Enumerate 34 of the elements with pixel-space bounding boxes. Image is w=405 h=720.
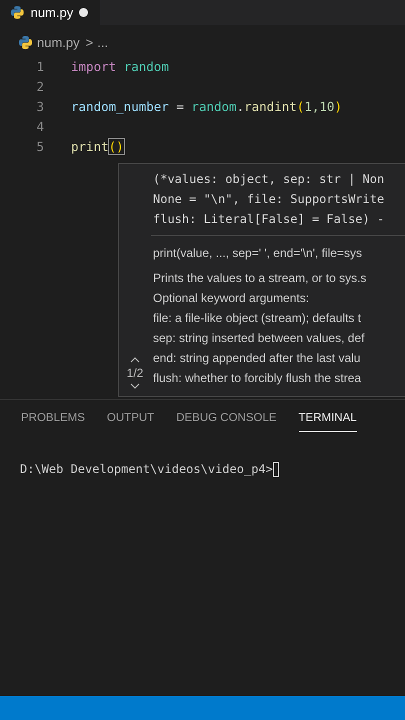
code-line: import random <box>71 58 169 74</box>
breadcrumb-separator: > <box>86 34 94 50</box>
breadcrumb-file[interactable]: num.py <box>37 34 80 50</box>
code-line: print() <box>71 138 124 154</box>
doc-line: flush: whether to forcibly flush the strea <box>153 370 362 387</box>
line-number: 3 <box>35 98 44 114</box>
python-icon <box>10 5 25 20</box>
signature-line: None = "\n", file: SupportsWrite <box>153 191 386 208</box>
code-line: random_number = random.randint(1,10) <box>71 98 342 114</box>
panel-tab[interactable]: DEBUG CONSOLE <box>176 412 277 432</box>
terminal-prompt: D:\Web Development\videos\video_p4> <box>20 462 273 476</box>
doc-line: sep: string inserted between values, def <box>153 330 366 347</box>
doc-line: end: string appended after the last valu <box>153 350 362 367</box>
breadcrumb-more[interactable]: ... <box>97 34 108 50</box>
panel-tab[interactable]: TERMINAL <box>298 412 357 432</box>
signature-line: flush: Literal[False] = False) - <box>153 211 386 228</box>
page-counter: 1/2 <box>126 366 144 380</box>
doc-line: Prints the values to a stream, or to sys.s <box>153 270 368 287</box>
chevron-up-icon[interactable] <box>130 357 140 363</box>
doc-line: file: a file-like object (stream); defaults t <box>153 310 362 327</box>
panel-tab[interactable]: OUTPUT <box>106 412 154 432</box>
doc-line: Optional keyword arguments: <box>153 290 310 307</box>
line-number: 5 <box>35 138 44 154</box>
usage-line: print(value, ..., sep=' ', end='\n', file=sys <box>152 245 363 262</box>
chevron-down-icon[interactable] <box>130 383 140 389</box>
line-number: 4 <box>35 118 44 134</box>
signature-line: (*values: object, sep: str | Non <box>153 171 386 188</box>
line-number: 1 <box>35 58 44 74</box>
text-cursor-icon <box>272 462 279 477</box>
editor-tab[interactable]: num.py <box>0 0 100 25</box>
line-number: 2 <box>35 78 44 94</box>
unsaved-dot-icon <box>79 8 88 17</box>
python-icon <box>18 34 33 50</box>
panel-tab[interactable]: PROBLEMS <box>21 412 85 432</box>
